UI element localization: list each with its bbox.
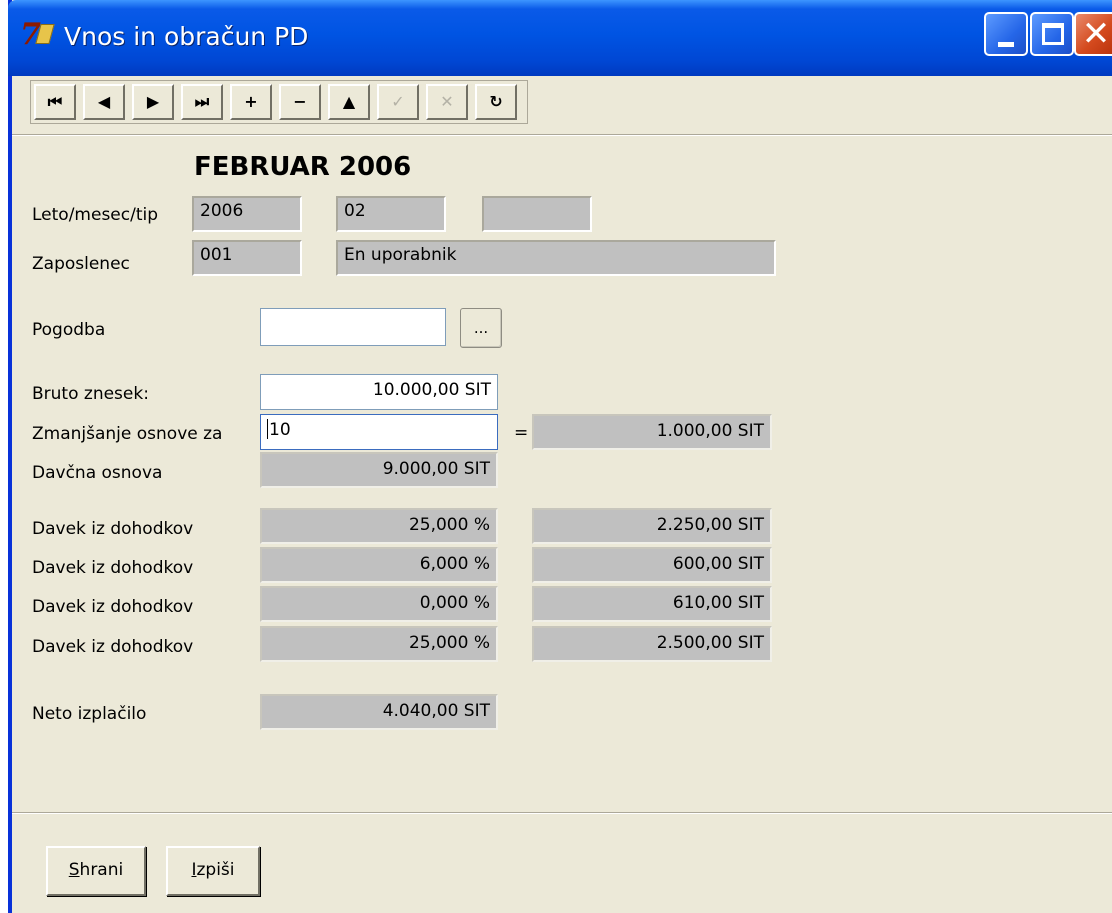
period-heading: FEBRUAR 2006	[194, 152, 412, 182]
next-record-icon: ▶	[146, 92, 160, 111]
tax-amount-field: 610,00 SIT	[532, 586, 772, 622]
save-button[interactable]: Shrani	[46, 846, 146, 896]
tax-rate-field: 25,000 %	[260, 626, 498, 662]
contract-lookup-button[interactable]: ...	[460, 308, 502, 348]
tax-row-label: Davek iz dohodkov	[32, 597, 194, 617]
minimize-button[interactable]	[984, 12, 1028, 56]
gross-amount-input[interactable]: 10.000,00 SIT	[260, 374, 498, 410]
close-button[interactable]: ✕	[1074, 12, 1112, 56]
month-field[interactable]: 02	[336, 196, 446, 232]
prior-record-button[interactable]: ◀	[83, 84, 125, 120]
refresh-icon: ↻	[489, 92, 503, 111]
footer-divider	[12, 812, 1112, 814]
minus-icon: −	[293, 92, 307, 111]
record-navigator: ⏮ ◀ ▶ ⏭ + − ▲ ✓ ✕ ↻	[30, 80, 528, 124]
checkmark-icon: ✓	[391, 92, 405, 111]
tax-base-label: Davčna osnova	[32, 463, 163, 483]
cancel-x-icon: ✕	[440, 92, 454, 111]
year-field[interactable]: 2006	[192, 196, 302, 232]
text-caret	[267, 419, 268, 439]
reduction-percent-input[interactable]: 10	[260, 414, 498, 450]
next-record-button[interactable]: ▶	[132, 84, 174, 120]
plus-icon: +	[244, 92, 258, 111]
refresh-button[interactable]: ↻	[475, 84, 517, 120]
last-record-button[interactable]: ⏭	[181, 84, 223, 120]
delete-record-button[interactable]: −	[279, 84, 321, 120]
cancel-edit-button[interactable]: ✕	[426, 84, 468, 120]
last-record-icon: ⏭	[194, 92, 210, 111]
first-record-button[interactable]: ⏮	[34, 84, 76, 120]
gross-label: Bruto znesek:	[32, 384, 149, 404]
tax-row-label: Davek iz dohodkov	[32, 637, 194, 657]
tax-rate-field: 0,000 %	[260, 586, 498, 622]
edit-record-button[interactable]: ▲	[328, 84, 370, 120]
toolbar-divider	[12, 134, 1112, 136]
period-label: Leto/mesec/tip	[32, 205, 159, 225]
tax-amount-field: 600,00 SIT	[532, 547, 772, 583]
tax-amount-field: 2.500,00 SIT	[532, 626, 772, 662]
net-payout-label: Neto izplačilo	[32, 704, 147, 724]
contract-input[interactable]	[260, 308, 446, 346]
employee-name-field: En uporabnik	[336, 240, 776, 276]
tax-amount-field: 2.250,00 SIT	[532, 508, 772, 544]
employee-label: Zaposlenec	[32, 254, 130, 274]
net-payout-field: 4.040,00 SIT	[260, 694, 498, 730]
maximize-button[interactable]	[1030, 12, 1074, 56]
edit-up-icon: ▲	[342, 92, 356, 111]
app-window: 7 Vnos in obračun PD ✕ ⏮ ◀ ▶ ⏭ + − ▲ ✓ ✕…	[8, 0, 1112, 913]
insert-record-button[interactable]: +	[230, 84, 272, 120]
tax-rate-field: 6,000 %	[260, 547, 498, 583]
equals-sign: =	[514, 423, 529, 443]
print-button[interactable]: Izpiši	[166, 846, 260, 896]
contract-label: Pogodba	[32, 320, 106, 340]
first-record-icon: ⏮	[47, 92, 63, 111]
type-field[interactable]	[482, 196, 592, 232]
employee-code-field[interactable]: 001	[192, 240, 302, 276]
tax-row-label: Davek iz dohodkov	[32, 558, 194, 578]
title-bar[interactable]: 7 Vnos in obračun PD ✕	[8, 0, 1112, 76]
tax-row-label: Davek iz dohodkov	[32, 519, 194, 539]
app-logo-icon: 7	[20, 20, 56, 50]
tax-rate-field: 25,000 %	[260, 508, 498, 544]
tax-base-field: 9.000,00 SIT	[260, 452, 498, 488]
minimize-icon	[998, 42, 1014, 47]
post-edit-button[interactable]: ✓	[377, 84, 419, 120]
reduction-label: Zmanjšanje osnove za	[32, 424, 223, 444]
close-icon: ✕	[1081, 14, 1111, 54]
prior-record-icon: ◀	[97, 92, 111, 111]
maximize-icon	[1042, 23, 1064, 45]
window-title: Vnos in obračun PD	[64, 22, 309, 51]
reduction-amount-field: 1.000,00 SIT	[532, 414, 772, 450]
